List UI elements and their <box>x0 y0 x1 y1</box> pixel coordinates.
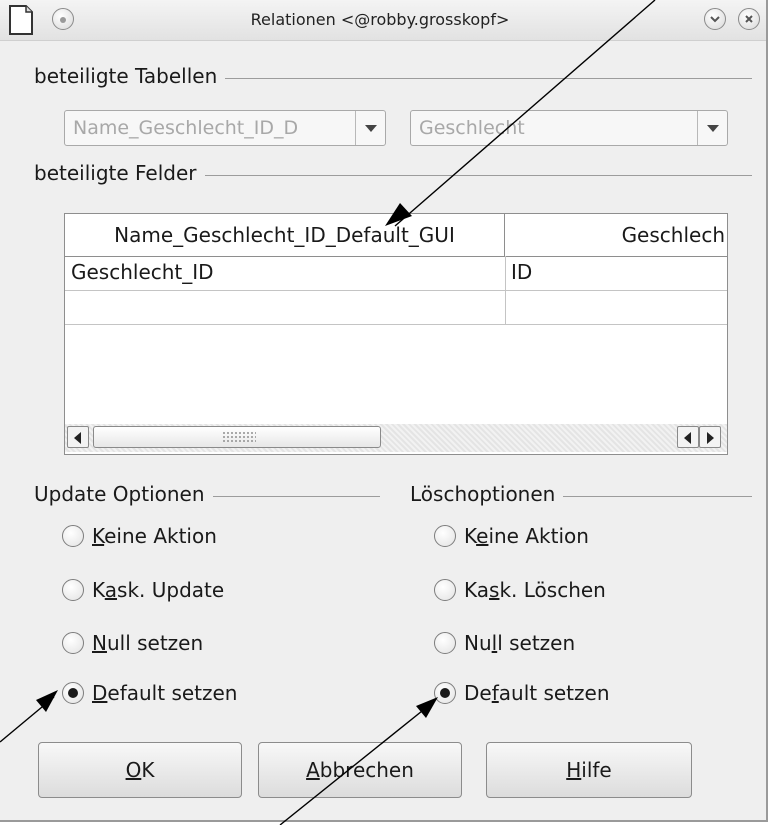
radio-label: Null setzen <box>464 631 576 655</box>
radio-button-selected[interactable] <box>62 682 84 704</box>
radio-label: Keine Aktion <box>92 524 217 548</box>
scroll-left-button-end[interactable] <box>677 426 699 448</box>
tables-group-label: beteiligte Tabellen <box>34 64 226 88</box>
left-table-dropdown[interactable] <box>355 111 386 145</box>
field-cell-left[interactable]: Geschlecht_ID <box>65 256 505 290</box>
delete-options-label: Löschoptionen <box>410 482 564 506</box>
arrow-left-icon <box>684 432 691 444</box>
radio-button[interactable] <box>62 525 84 547</box>
close-button[interactable] <box>738 8 760 30</box>
table-row[interactable] <box>65 290 727 325</box>
window-menu-icon[interactable] <box>6 4 36 36</box>
dot-icon <box>60 17 66 23</box>
left-table-value: Name_Geschlecht_ID_D <box>73 117 299 139</box>
window-menu-button[interactable] <box>52 8 74 30</box>
field-cell-right[interactable] <box>505 290 727 324</box>
table-row[interactable]: Geschlecht_ID ID <box>65 256 727 291</box>
radio-button[interactable] <box>62 632 84 654</box>
radio-label: Default setzen <box>464 681 610 705</box>
radio-button[interactable] <box>434 579 456 601</box>
scroll-thumb[interactable] <box>93 426 381 448</box>
chevron-down-icon <box>710 16 720 23</box>
ok-button[interactable]: OK <box>38 742 242 798</box>
radio-button[interactable] <box>434 525 456 547</box>
column-header-left[interactable]: Name_Geschlecht_ID_Default_GUI <box>65 214 505 256</box>
right-table-value: Geschlecht <box>419 117 525 139</box>
update-options-label: Update Optionen <box>34 482 213 506</box>
column-header-right[interactable]: Geschlech <box>505 214 727 256</box>
fields-grid[interactable]: Name_Geschlecht_ID_Default_GUI Geschlech… <box>64 213 728 455</box>
column-divider <box>505 256 506 324</box>
horizontal-scrollbar[interactable] <box>65 424 727 452</box>
grid-header: Name_Geschlecht_ID_Default_GUI Geschlech <box>65 214 727 257</box>
close-icon <box>745 15 753 23</box>
radio-button[interactable] <box>434 632 456 654</box>
field-cell-right[interactable]: ID <box>505 256 727 290</box>
window-title: Relationen <@robby.grosskopf> <box>250 10 510 29</box>
chevron-down-icon <box>365 125 377 132</box>
radio-label: Null setzen <box>92 631 204 655</box>
chevron-down-icon <box>707 125 719 132</box>
right-table-dropdown[interactable] <box>697 111 728 145</box>
scroll-left-button[interactable] <box>67 426 89 448</box>
fields-group-label: beteiligte Felder <box>34 161 205 185</box>
help-button[interactable]: Hilfe <box>486 742 692 798</box>
relations-dialog: Relationen <@robby.grosskopf> beteiligte… <box>0 0 768 822</box>
arrow-right-icon <box>707 432 714 444</box>
radio-label: Kask. Update <box>92 578 225 602</box>
radio-label: Kask. Löschen <box>464 578 606 602</box>
minimize-button[interactable] <box>704 8 726 30</box>
field-cell-left[interactable] <box>65 290 505 324</box>
radio-button-selected[interactable] <box>434 682 456 704</box>
grip-icon <box>222 431 256 443</box>
radio-label: Keine Aktion <box>464 524 589 548</box>
arrow-left-icon <box>74 432 81 444</box>
left-table-combo[interactable]: Name_Geschlecht_ID_D <box>64 110 386 146</box>
right-table-combo[interactable]: Geschlecht <box>410 110 728 146</box>
cancel-button[interactable]: Abbrechen <box>258 742 462 798</box>
radio-button[interactable] <box>62 579 84 601</box>
scroll-right-button[interactable] <box>699 426 721 448</box>
title-bar: Relationen <@robby.grosskopf> <box>0 0 766 41</box>
radio-label: Default setzen <box>92 681 238 705</box>
